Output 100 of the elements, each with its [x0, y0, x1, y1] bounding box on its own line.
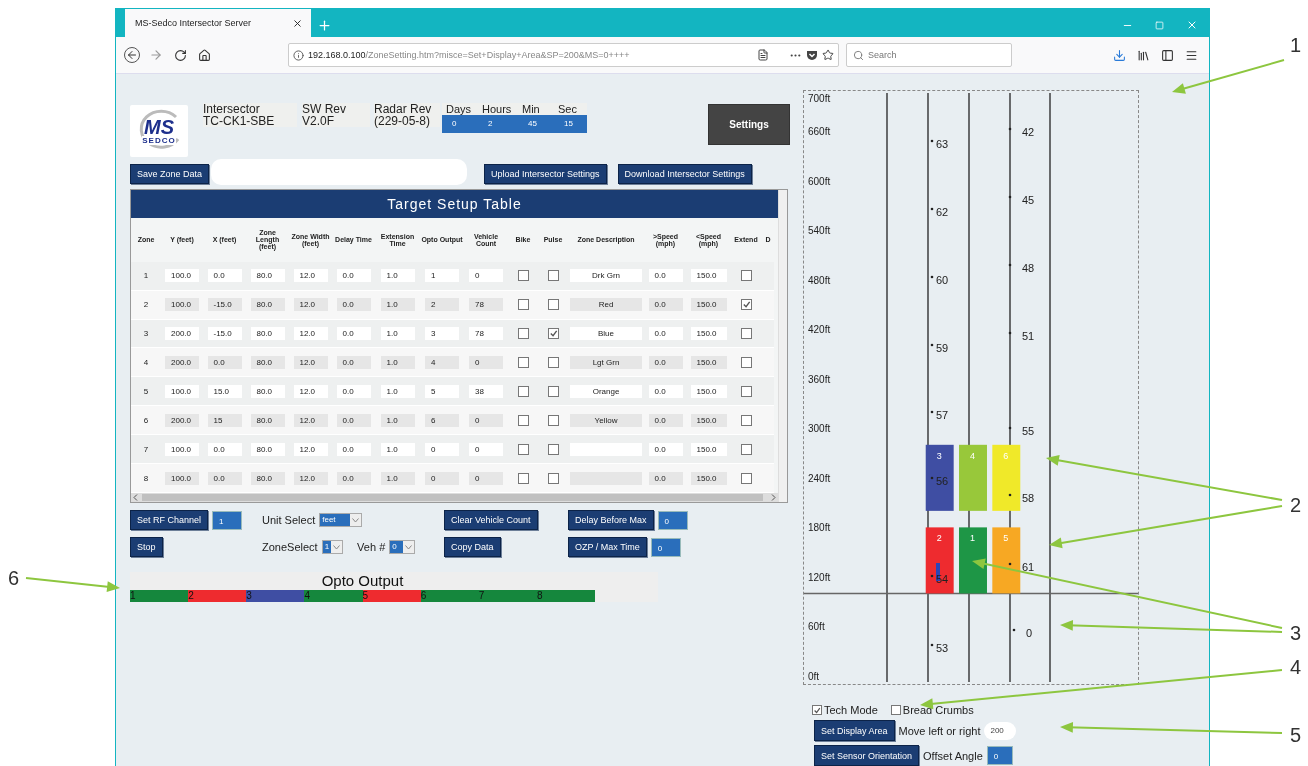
input-field[interactable]: Lgt Grn [570, 355, 642, 369]
checkbox[interactable] [517, 299, 529, 311]
input-field[interactable]: 12.0 [293, 355, 328, 369]
input-field[interactable]: Red [570, 298, 642, 312]
star-icon[interactable] [822, 49, 834, 61]
unit-select[interactable]: feet [319, 513, 362, 527]
input-field[interactable]: 150.0 [690, 384, 727, 398]
input-field[interactable]: 0 [650, 537, 681, 557]
input-field[interactable]: Blue [570, 327, 642, 341]
input-field[interactable]: 0 [469, 413, 503, 427]
ozp-button[interactable]: OZP / Max Time [568, 537, 647, 557]
set-rf-channel-button[interactable]: Set RF Channel [130, 510, 209, 530]
checkbox[interactable] [740, 472, 752, 484]
delay-button[interactable]: Delay Before Max [568, 510, 654, 530]
close-icon[interactable] [292, 17, 303, 29]
input-field[interactable]: 80.0 [250, 471, 285, 485]
checkbox[interactable] [740, 385, 752, 397]
input-field[interactable]: 0 [425, 471, 459, 485]
stop-button[interactable]: Stop [130, 537, 163, 557]
input-field[interactable]: 1.0 [380, 298, 415, 312]
browser-tab[interactable]: MS-Sedco Intersector Server [125, 9, 311, 37]
input-field[interactable]: 0.0 [207, 355, 242, 369]
input-field[interactable]: 100.0 [165, 269, 199, 283]
checkbox[interactable] [547, 385, 559, 397]
input-field[interactable]: 0.0 [648, 269, 683, 283]
input-field[interactable]: 0.0 [336, 413, 371, 427]
checkbox[interactable] [740, 356, 752, 368]
input-field[interactable]: 80.0 [250, 298, 285, 312]
input-field[interactable]: 80.0 [250, 269, 285, 283]
checkbox[interactable] [517, 385, 529, 397]
input-field[interactable]: 0.0 [648, 471, 683, 485]
input-field[interactable]: Yellow [570, 413, 642, 427]
input-field[interactable]: 1.0 [380, 355, 415, 369]
input-field[interactable]: 0.0 [207, 442, 242, 456]
input-field[interactable]: 1.0 [380, 413, 415, 427]
input-field[interactable]: 80.0 [250, 384, 285, 398]
checkbox[interactable] [740, 414, 752, 426]
input-field[interactable]: 0.0 [336, 298, 371, 312]
input-field[interactable]: 0.0 [648, 384, 683, 398]
input-field[interactable]: 0 [469, 471, 503, 485]
checkbox[interactable] [740, 270, 752, 282]
input-field[interactable]: 15.0 [207, 384, 242, 398]
input-field[interactable]: 100.0 [165, 384, 199, 398]
input-field[interactable]: 12.0 [293, 384, 328, 398]
input-field[interactable]: 200.0 [165, 413, 199, 427]
checkbox[interactable] [517, 472, 529, 484]
input-field[interactable]: 100.0 [165, 298, 199, 312]
input-field[interactable]: 12.0 [293, 327, 328, 341]
document-icon[interactable] [757, 49, 769, 61]
download-icon[interactable] [1112, 48, 1126, 62]
input-field[interactable]: 0.0 [207, 269, 242, 283]
input-field[interactable]: 80.0 [250, 442, 285, 456]
download-button[interactable]: Download Intersector Settings [617, 164, 752, 184]
input-field[interactable]: 150.0 [690, 471, 727, 485]
zone-select[interactable]: 1 [321, 540, 344, 554]
input-field[interactable]: 0.0 [336, 355, 371, 369]
input-field[interactable]: 38 [469, 384, 503, 398]
input-field[interactable]: 150.0 [690, 298, 727, 312]
input-field[interactable]: 0.0 [336, 442, 371, 456]
checkbox[interactable] [812, 705, 822, 715]
input-field[interactable]: 0.0 [648, 327, 683, 341]
home-icon[interactable] [197, 48, 211, 62]
input-field[interactable]: 4 [425, 355, 459, 369]
input-field[interactable]: 150.0 [690, 442, 727, 456]
checkbox[interactable] [547, 356, 559, 368]
info-icon[interactable] [293, 49, 304, 61]
upload-button[interactable]: Upload Intersector Settings [484, 164, 607, 184]
input-field[interactable] [211, 159, 468, 185]
input-field[interactable]: 12.0 [293, 298, 328, 312]
checkbox[interactable] [547, 443, 559, 455]
input-field[interactable]: 1.0 [380, 384, 415, 398]
input-field[interactable]: 80.0 [250, 327, 285, 341]
checkbox[interactable] [517, 443, 529, 455]
input-field[interactable]: 6 [425, 413, 459, 427]
input-field[interactable]: 0 [469, 269, 503, 283]
input-field[interactable]: 0.0 [648, 413, 683, 427]
input-field[interactable]: 1.0 [380, 471, 415, 485]
input-field[interactable]: 200.0 [165, 327, 199, 341]
checkbox[interactable] [547, 299, 559, 311]
caret-icon[interactable] [351, 517, 359, 523]
checkbox[interactable] [547, 414, 559, 426]
checkbox[interactable] [517, 270, 529, 282]
set-display-area-button[interactable]: Set Display Area [814, 720, 895, 741]
input-field[interactable]: 200.0 [165, 355, 199, 369]
input-field[interactable]: Orange [570, 384, 642, 398]
input-field[interactable]: 12.0 [293, 471, 328, 485]
input-field[interactable]: 12.0 [293, 413, 328, 427]
checkbox[interactable] [517, 328, 529, 340]
input-field[interactable]: 150.0 [690, 355, 727, 369]
input-field[interactable]: 0.0 [648, 355, 683, 369]
search-field[interactable]: Search [846, 43, 1012, 67]
input-field[interactable]: 150.0 [690, 269, 727, 283]
input-field[interactable]: 12.0 [293, 269, 328, 283]
checkbox[interactable] [517, 414, 529, 426]
clear-count-button[interactable]: Clear Vehicle Count [444, 510, 538, 530]
input-field[interactable]: 100.0 [165, 471, 199, 485]
input-field[interactable]: 1 [425, 269, 459, 283]
input-field[interactable]: 1 [212, 510, 243, 530]
checkbox[interactable] [740, 443, 752, 455]
scrollbar[interactable] [778, 190, 787, 502]
